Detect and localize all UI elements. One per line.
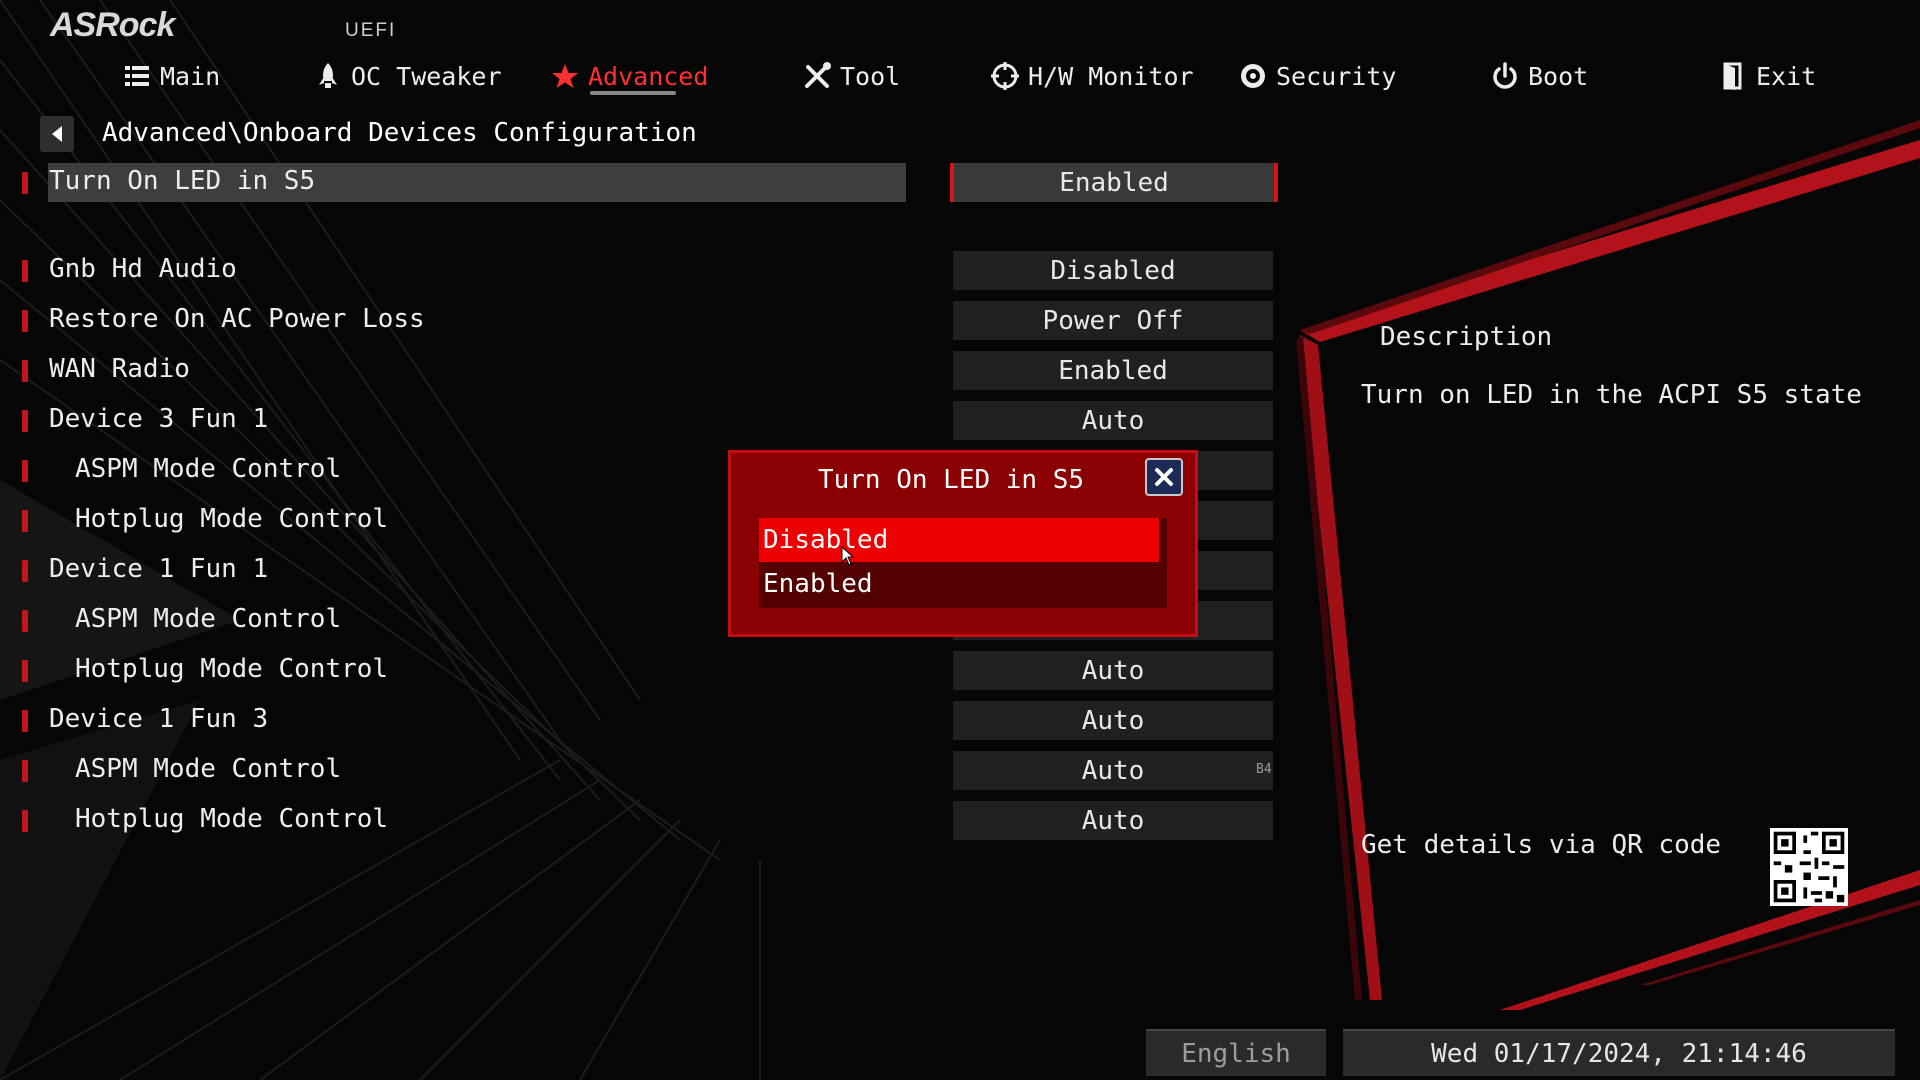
- row-marker: [22, 410, 28, 432]
- breadcrumb: Advanced\Onboard Devices Configuration: [102, 118, 697, 148]
- option-popup: Turn On LED in S5 Disabled Enabled: [728, 450, 1198, 637]
- back-button[interactable]: [40, 116, 74, 152]
- value-aspm-mode[interactable]: Auto: [953, 751, 1273, 790]
- row-marker: [22, 310, 28, 332]
- value-turn-on-led[interactable]: Enabled: [950, 163, 1278, 202]
- datetime-display: Wed 01/17/2024, 21:14:46: [1343, 1029, 1895, 1076]
- tab-label: Advanced: [588, 61, 709, 91]
- qr-label: Get details via QR code: [1361, 830, 1722, 860]
- row-marker: [22, 810, 28, 832]
- setting-label-hotplug-mode[interactable]: Hotplug Mode Control: [75, 654, 388, 684]
- tab-label: Security: [1276, 61, 1397, 91]
- description-title: Description: [1380, 322, 1553, 352]
- tab-oc-tweaker[interactable]: OC Tweaker: [313, 58, 502, 94]
- setting-label-device-1-fun-3[interactable]: Device 1 Fun 3: [49, 704, 268, 734]
- uefi-label: UEFI: [345, 20, 397, 41]
- tab-advanced[interactable]: Advanced: [550, 58, 708, 94]
- setting-label-device-3-fun-1[interactable]: Device 3 Fun 1: [49, 404, 268, 434]
- option-disabled[interactable]: Disabled: [759, 518, 1159, 562]
- value-wan-radio[interactable]: Enabled: [953, 351, 1273, 390]
- option-list: Disabled Enabled: [759, 518, 1167, 608]
- setting-label-restore-ac-power[interactable]: Restore On AC Power Loss: [49, 304, 425, 334]
- tab-exit[interactable]: Exit: [1718, 58, 1816, 94]
- power-icon: [1493, 62, 1517, 89]
- popup-title: Turn On LED in S5: [817, 465, 1085, 495]
- row-marker: [22, 172, 28, 194]
- setting-label-device-1-fun-1[interactable]: Device 1 Fun 1: [49, 554, 268, 584]
- setting-label-aspm-mode[interactable]: ASPM Mode Control: [75, 454, 341, 484]
- door-icon: [1723, 62, 1742, 90]
- setting-label-turn-on-led[interactable]: Turn On LED in S5: [49, 166, 315, 196]
- row-marker: [22, 660, 28, 682]
- tab-label: Exit: [1756, 61, 1817, 91]
- crosshair-icon: [991, 62, 1019, 90]
- value-device-1-fun-3[interactable]: Auto: [953, 701, 1273, 740]
- row-marker: [22, 460, 28, 482]
- tab-boot[interactable]: Boot: [1490, 58, 1588, 94]
- value-badge: B4: [1256, 762, 1272, 777]
- row-marker: [22, 510, 28, 532]
- row-marker: [22, 610, 28, 632]
- tab-label: Tool: [840, 61, 901, 91]
- setting-label-aspm-mode[interactable]: ASPM Mode Control: [75, 604, 341, 634]
- close-icon: [1155, 468, 1173, 486]
- option-enabled[interactable]: Enabled: [759, 562, 1159, 606]
- row-marker: [22, 710, 28, 732]
- setting-label-hotplug-mode[interactable]: Hotplug Mode Control: [75, 504, 388, 534]
- row-marker: [22, 760, 28, 782]
- value-hotplug-mode[interactable]: Auto: [953, 801, 1273, 840]
- tab-hw-monitor[interactable]: H/W Monitor: [990, 58, 1194, 94]
- value-restore-ac-power[interactable]: Power Off: [953, 301, 1273, 340]
- arrow-left-icon: [52, 126, 62, 142]
- setting-label-hotplug-mode[interactable]: Hotplug Mode Control: [75, 804, 388, 834]
- asrock-logo: ASRock: [50, 6, 175, 44]
- tab-label: Boot: [1528, 61, 1589, 91]
- tab-label: OC Tweaker: [351, 61, 502, 91]
- list-icon: [125, 66, 149, 86]
- tab-security[interactable]: Security: [1238, 58, 1396, 94]
- setting-label-wan-radio[interactable]: WAN Radio: [49, 354, 190, 384]
- value-hotplug-mode[interactable]: Auto: [953, 651, 1273, 690]
- mouse-cursor-icon: [841, 546, 855, 566]
- shield-icon: [1241, 64, 1265, 88]
- active-tab-indicator: [590, 91, 676, 95]
- setting-label-gnb-hd-audio[interactable]: Gnb Hd Audio: [49, 254, 237, 284]
- setting-label-aspm-mode[interactable]: ASPM Mode Control: [75, 754, 341, 784]
- row-marker: [22, 360, 28, 382]
- tab-main[interactable]: Main: [122, 58, 220, 94]
- rocket-icon: [319, 63, 337, 88]
- star-icon: [552, 64, 578, 88]
- language-selector[interactable]: English: [1146, 1029, 1326, 1076]
- qr-code[interactable]: [1770, 828, 1848, 906]
- value-gnb-hd-audio[interactable]: Disabled: [953, 251, 1273, 290]
- description-text: Turn on LED in the ACPI S5 state: [1361, 380, 1862, 410]
- tab-tool[interactable]: Tool: [802, 58, 900, 94]
- tab-label: Main: [160, 61, 221, 91]
- tab-label: H/W Monitor: [1028, 61, 1194, 91]
- value-device-3-fun-1[interactable]: Auto: [953, 401, 1273, 440]
- tools-icon: [805, 62, 831, 88]
- row-marker: [22, 260, 28, 282]
- row-marker: [22, 560, 28, 582]
- close-button[interactable]: [1145, 458, 1183, 496]
